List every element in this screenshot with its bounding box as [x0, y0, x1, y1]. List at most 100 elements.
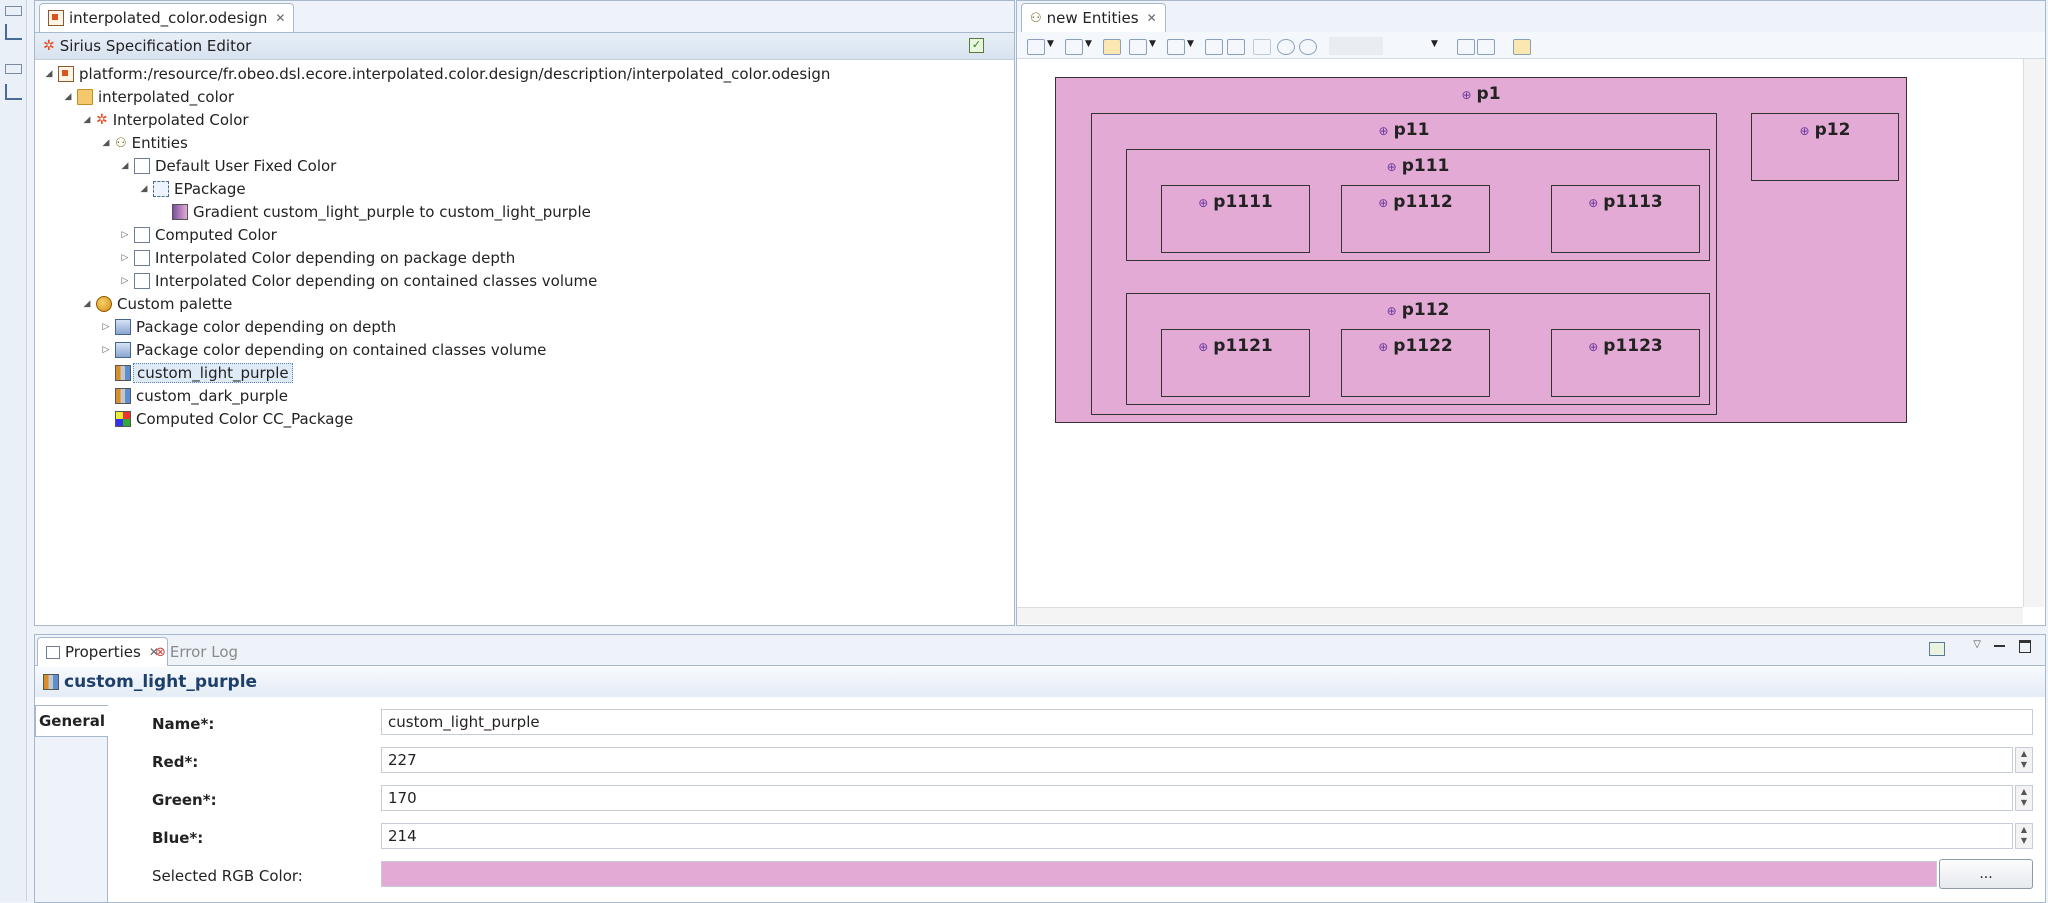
- chevron-down-icon[interactable]: ▼: [1149, 39, 1157, 53]
- blue-field[interactable]: 214: [381, 823, 2013, 849]
- sirius-icon: ✲: [43, 38, 55, 54]
- expanded-arrow-icon[interactable]: ◢: [81, 115, 93, 125]
- package-icon: ⊕: [1198, 196, 1209, 210]
- error-log-icon: ⊗: [155, 644, 166, 660]
- tree-item[interactable]: ◢ ✲ Interpolated Color: [81, 109, 249, 131]
- outline-view-icon[interactable]: [5, 24, 22, 40]
- collapsed-arrow-icon[interactable]: ▷: [100, 345, 112, 355]
- name-field[interactable]: custom_light_purple: [381, 709, 2033, 735]
- tab-error-log[interactable]: ⊗ Error Log: [155, 643, 238, 661]
- group-folder-icon: [77, 89, 93, 105]
- tree-item-label: Default User Fixed Color: [155, 157, 337, 175]
- collapsed-arrow-icon[interactable]: ▷: [119, 230, 131, 240]
- tree-item[interactable]: ▷ Package color depending on contained cl…: [100, 339, 547, 361]
- view-menu-icon[interactable]: ▽: [1973, 639, 1981, 650]
- tree-item-label: custom_light_purple: [133, 363, 293, 383]
- expanded-arrow-icon[interactable]: ◢: [81, 299, 93, 309]
- model-explorer-icon[interactable]: [5, 84, 22, 100]
- tree-item[interactable]: ◢ ⚇ Entities: [100, 132, 188, 154]
- zoom-combo[interactable]: [1329, 37, 1383, 55]
- name-label: Name*:: [152, 715, 215, 733]
- arrange-icon[interactable]: [1027, 39, 1045, 55]
- tab-properties[interactable]: Properties ✕: [37, 637, 168, 666]
- tree-item[interactable]: ▷ Interpolated Color depending on package…: [119, 247, 516, 269]
- tab-interpolated-color-odesign[interactable]: interpolated_color.odesign ✕: [39, 3, 295, 32]
- container-mapping-icon: [153, 181, 169, 197]
- pin-icon[interactable]: [1205, 39, 1223, 55]
- user-color-icon: [115, 388, 131, 404]
- zoom-in-icon[interactable]: [1277, 39, 1295, 55]
- properties-icon[interactable]: [1477, 39, 1495, 55]
- horizontal-scrollbar[interactable]: [1017, 607, 2023, 624]
- node-p12[interactable]: ⊕ p12: [1751, 113, 1899, 181]
- expanded-arrow-icon[interactable]: ◢: [62, 92, 74, 102]
- minimized-stack-toolbar: [0, 0, 27, 901]
- package-icon: ⊕: [1386, 304, 1397, 318]
- blue-spinner[interactable]: ▲ ▼: [2015, 823, 2033, 849]
- tree-item[interactable]: ◢ Custom palette: [81, 293, 233, 315]
- vertical-scrollbar[interactable]: [2023, 59, 2044, 607]
- layer-filter-icon[interactable]: [1129, 39, 1147, 55]
- tree-item[interactable]: ◢ Default User Fixed Color: [119, 155, 337, 177]
- expanded-arrow-icon[interactable]: ◢: [119, 161, 131, 171]
- green-spinner[interactable]: ▲ ▼: [2015, 785, 2033, 811]
- node-p1112[interactable]: ⊕ p1112: [1341, 185, 1490, 253]
- package-icon: ⊕: [1378, 196, 1389, 210]
- paste-icon[interactable]: [1253, 39, 1271, 55]
- validate-icon[interactable]: ✓: [969, 38, 984, 53]
- collapsed-arrow-icon[interactable]: ▷: [119, 253, 131, 263]
- green-field[interactable]: 170: [381, 785, 2013, 811]
- tab-new-entities[interactable]: ⚇ new Entities ✕: [1021, 3, 1166, 32]
- tree-item[interactable]: ◢ interpolated_color: [62, 86, 235, 108]
- expanded-arrow-icon[interactable]: ◢: [138, 184, 150, 194]
- filter-icon[interactable]: [1167, 39, 1185, 55]
- camera-icon[interactable]: [1457, 39, 1475, 55]
- maximize-icon[interactable]: [2019, 640, 2031, 653]
- chevron-down-icon[interactable]: ▼: [1085, 39, 1093, 53]
- restore-icon[interactable]: [5, 64, 22, 74]
- tree-item[interactable]: ▷ Package color depending on depth: [100, 316, 397, 338]
- tree-item[interactable]: ◢ platform:/resource/fr.obeo.dsl.ecore.in…: [43, 63, 831, 85]
- pin-view-icon[interactable]: [1929, 642, 1945, 656]
- section-tab-general[interactable]: General: [35, 705, 108, 737]
- node-label: p1121: [1213, 336, 1273, 356]
- tree-item[interactable]: Gradient custom_light_purple to custom_l…: [157, 201, 591, 223]
- node-p1122[interactable]: ⊕ p1122: [1341, 329, 1490, 397]
- chevron-down-icon[interactable]: ▼: [1187, 39, 1195, 53]
- node-p1121[interactable]: ⊕ p1121: [1161, 329, 1310, 397]
- select-icon[interactable]: [1065, 39, 1083, 55]
- red-spinner[interactable]: ▲ ▼: [2015, 747, 2033, 773]
- collapsed-arrow-icon[interactable]: ▷: [119, 276, 131, 286]
- refresh-icon[interactable]: [1103, 39, 1121, 55]
- tree-item[interactable]: ▷ Computed Color: [119, 224, 277, 246]
- node-p1123[interactable]: ⊕ p1123: [1551, 329, 1700, 397]
- tree-item-label: Interpolated Color: [112, 111, 249, 129]
- expanded-arrow-icon[interactable]: ◢: [100, 138, 112, 148]
- browse-color-button[interactable]: ...: [1939, 859, 2033, 889]
- tree-item[interactable]: Computed Color CC_Package: [100, 408, 353, 430]
- minimize-icon[interactable]: [1994, 645, 2005, 647]
- restore-icon[interactable]: [5, 6, 22, 16]
- zoom-out-icon[interactable]: [1299, 39, 1317, 55]
- specification-tree: ◢ platform:/resource/fr.obeo.dsl.ecore.in…: [35, 61, 1014, 625]
- tree-item[interactable]: ▷ Interpolated Color depending on contain…: [119, 270, 598, 292]
- collapsed-arrow-icon[interactable]: ▷: [100, 322, 112, 332]
- refresh-icon[interactable]: [1513, 39, 1531, 55]
- export-icon[interactable]: [1227, 39, 1245, 55]
- red-field[interactable]: 227: [381, 747, 2013, 773]
- node-label: p1122: [1393, 336, 1453, 356]
- chevron-down-icon[interactable]: ▼: [1431, 39, 1439, 53]
- close-icon[interactable]: ✕: [1147, 11, 1157, 25]
- specification-editor-panel: interpolated_color.odesign ✕ ✲ Sirius Sp…: [34, 0, 1015, 626]
- layer-icon: [134, 273, 150, 289]
- chevron-down-icon[interactable]: ▼: [1047, 39, 1055, 53]
- package-icon: ⊕: [1378, 124, 1389, 138]
- diagram-canvas[interactable]: ⊕ p1 ⊕ p11 ⊕ p12 ⊕ p111 ⊕ p1111 ⊕ p1112 ⊕ p1113…: [1017, 59, 2023, 607]
- expanded-arrow-icon[interactable]: ◢: [43, 69, 55, 79]
- node-p1111[interactable]: ⊕ p1111: [1161, 185, 1310, 253]
- tree-item[interactable]: ◢ EPackage: [138, 178, 246, 200]
- node-p1113[interactable]: ⊕ p1113: [1551, 185, 1700, 253]
- close-icon[interactable]: ✕: [275, 11, 285, 25]
- tree-item[interactable]: custom_dark_purple: [100, 385, 288, 407]
- tree-item[interactable]: custom_light_purple: [100, 362, 293, 384]
